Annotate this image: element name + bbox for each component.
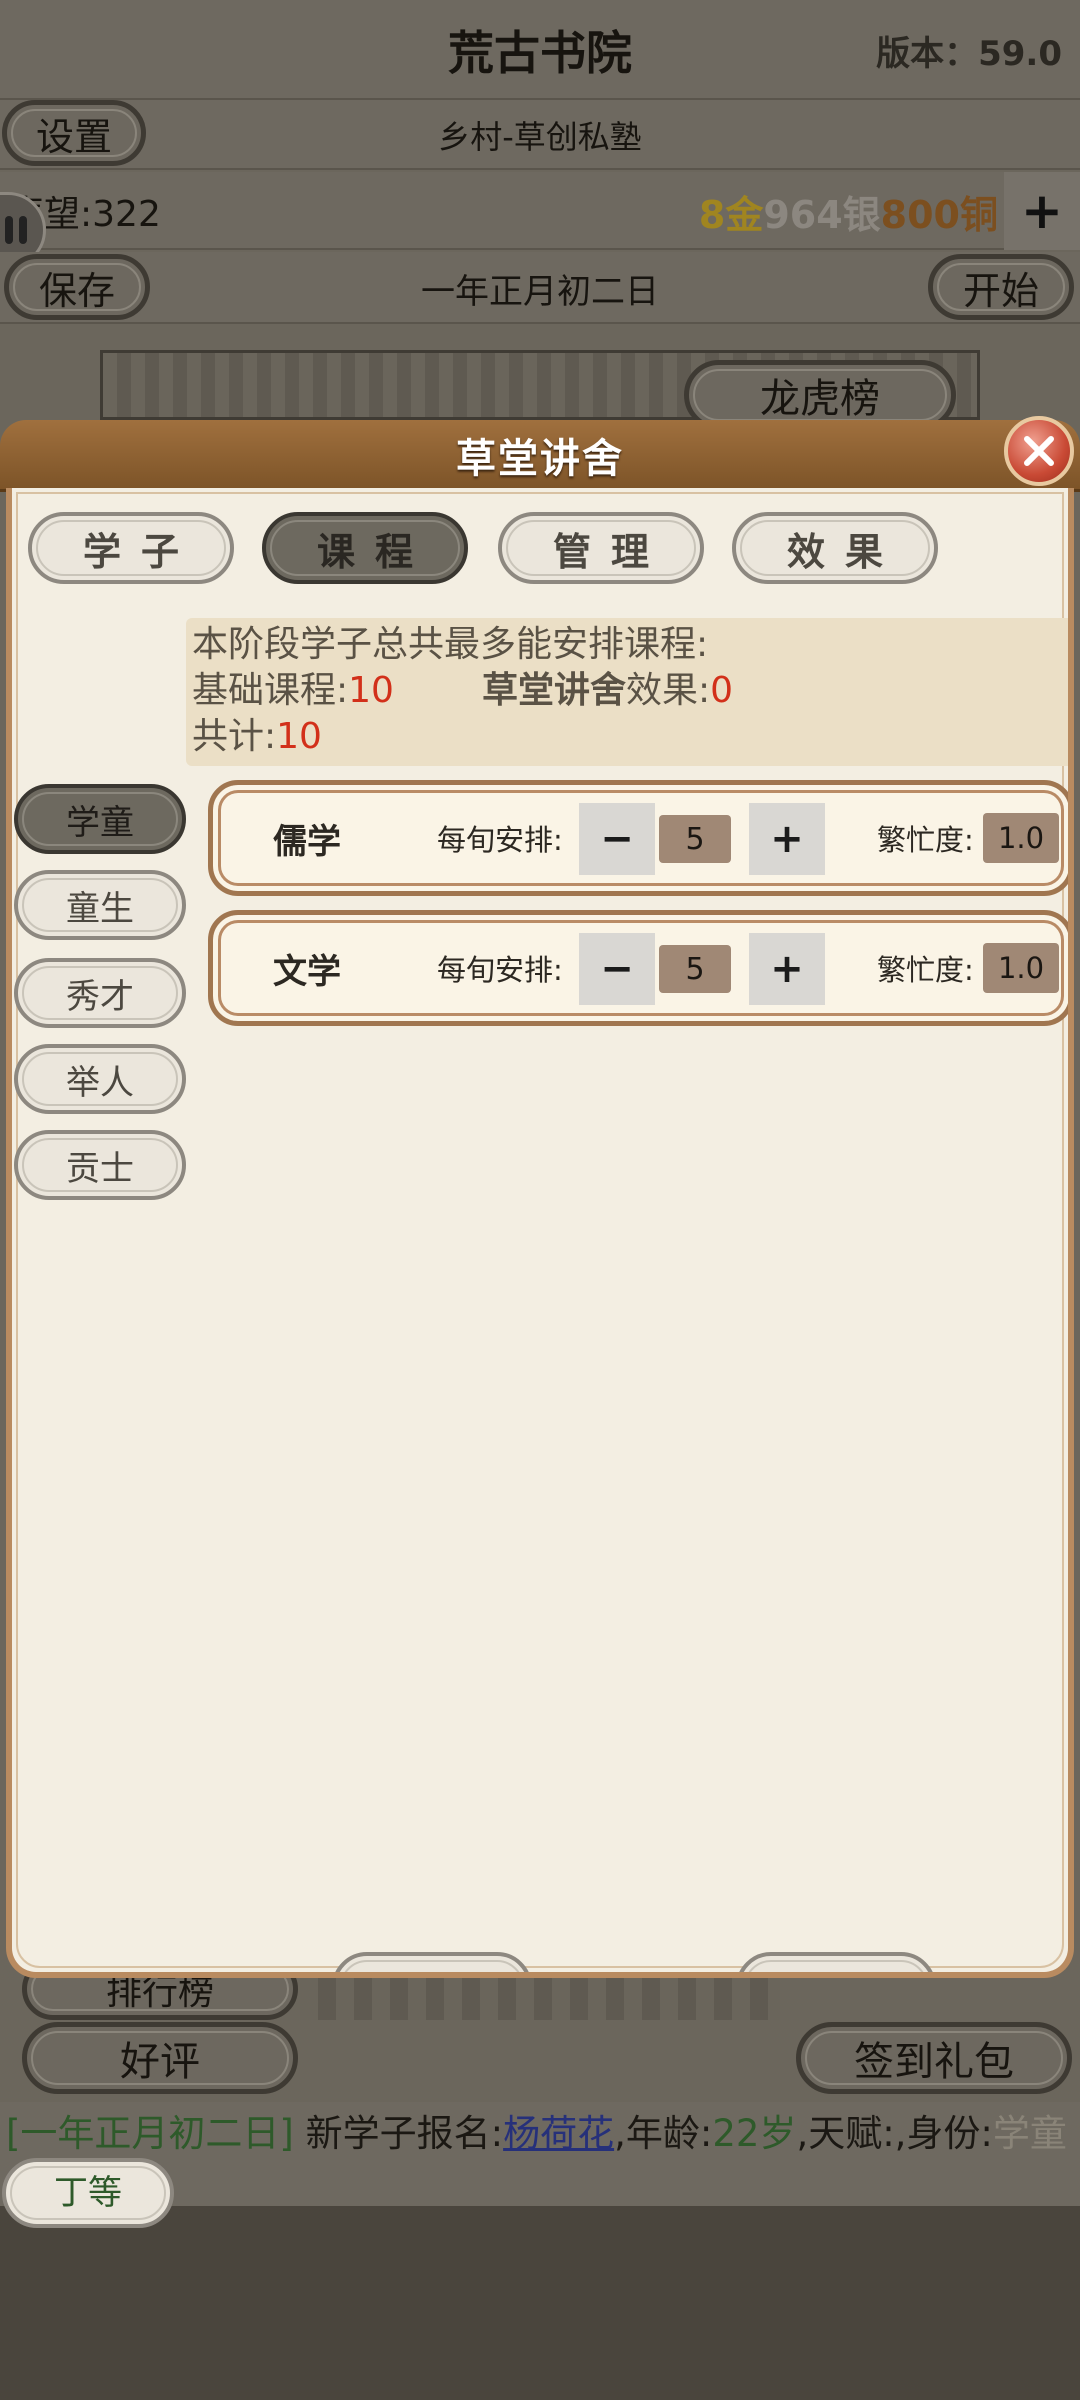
decrease-button[interactable]: − [579,933,655,1005]
close-button[interactable] [1004,416,1074,486]
busy-label: 繁忙度: [877,953,974,987]
base-course-label: 基础课程: [192,670,349,711]
course-row: 文学 每旬安排: − 5 + 繁忙度: 1.0 [208,910,1068,1026]
add-money-button[interactable]: + [1004,172,1080,250]
grade-item-xiucai[interactable]: 秀才 [14,958,186,1028]
location-label: 乡村-草创私塾 [438,118,642,156]
info-line-3: 共计:10 [192,714,1068,760]
log-text: ,年龄: [614,2112,713,2155]
status-bar: 声望:322 8金 964银 800铜 [0,172,1080,250]
decrease-button[interactable]: − [579,803,655,875]
schedule-value: 5 [659,945,731,993]
course-name: 文学 [273,951,341,992]
bonus-building-name: 草堂讲舍 [481,670,626,711]
dialog-header: 草堂讲舍 [0,420,1080,492]
money-display: 8金 964银 800铜 [699,172,998,250]
signin-gift-button[interactable]: 签到礼包 [796,2022,1072,2094]
event-log: [一年正月初二日] 新学子报名:杨荷花,年龄:22岁,天赋: 丁等 ,身份:学童 [0,2102,1080,2228]
copper-amount: 800铜 [880,192,998,237]
course-info-box: 本阶段学子总共最多能安排课程: 基础课程:10 草堂讲舍效果:0 共计:10 [186,618,1068,766]
schedule-value: 5 [659,815,731,863]
log-talent: 丁等 [2,2158,174,2228]
grade-item-gongshi[interactable]: 贡士 [14,1130,186,1200]
grade-item-xuetong[interactable]: 学童 [14,784,186,854]
log-role: 学童 [992,2112,1067,2155]
busy-value: 1.0 [983,943,1059,993]
bonus-label: 效果: [625,670,711,711]
next-page-button[interactable]: 下一页 [736,1952,936,1972]
log-text: ,身份: [894,2112,993,2155]
close-icon [1024,436,1054,466]
course-row: 儒学 每旬安排: − 5 + 繁忙度: 1.0 [208,780,1068,896]
increase-button[interactable]: + [749,803,825,875]
tab-effects[interactable]: 效果 [732,512,938,584]
gold-amount: 8金 [698,192,764,237]
start-button[interactable]: 开始 [928,254,1074,320]
save-button[interactable]: 保存 [4,254,150,320]
silver-amount: 964银 [763,192,881,237]
log-text: ,天赋: [796,2112,895,2155]
bonus-value: 0 [710,670,734,711]
busy-value: 1.0 [983,813,1059,863]
prev-page-button[interactable]: 上一页 [332,1952,532,1972]
schedule-label: 每旬安排: [437,953,563,987]
course-dialog: 草堂讲舍 学子 课程 管理 效果 本阶段学子总共最多能安排课程: 基础课程:10… [0,416,1080,1980]
base-course-value: 10 [348,670,394,711]
log-date: [一年正月初二日] [6,2112,294,2155]
date-label: 一年正月初二日 [421,271,659,312]
log-student-name-link[interactable]: 杨荷花 [503,2112,614,2155]
location-bar: 乡村-草创私塾 [0,100,1080,170]
tab-management[interactable]: 管理 [498,512,704,584]
tab-courses[interactable]: 课程 [262,512,468,584]
schedule-label: 每旬安排: [437,823,563,857]
date-bar: 一年正月初二日 [0,252,1080,324]
version-label: 版本：59.0 [876,33,1062,74]
log-age: 22岁 [712,2112,797,2155]
busy-label: 繁忙度: [877,823,974,857]
tab-students[interactable]: 学子 [28,512,234,584]
total-value: 10 [276,716,322,757]
game-screen: 荒古书院 版本：59.0 乡村-草创私塾 设置 声望:322 8金 964银 800… [0,0,1080,2400]
title-bar: 荒古书院 版本：59.0 [0,0,1080,100]
course-name: 儒学 [273,821,341,862]
info-line-1: 本阶段学子总共最多能安排课程: [192,624,709,665]
dialog-body: 学子 课程 管理 效果 本阶段学子总共最多能安排课程: 基础课程:10 草堂讲舍效… [6,488,1074,1978]
dialog-title: 草堂讲舍 [456,435,624,482]
increase-button[interactable]: + [749,933,825,1005]
total-label: 共计: [192,716,277,757]
grade-item-tongsheng[interactable]: 童生 [14,870,186,940]
settings-button[interactable]: 设置 [2,100,146,166]
log-text: 新学子报名: [293,2112,504,2155]
info-line-2: 基础课程:10 草堂讲舍效果:0 [192,668,1068,714]
academy-scene-bottom [300,1975,780,2020]
page-indicator: 第 1 / 1 页 [552,1952,732,1972]
grade-item-juren[interactable]: 举人 [14,1044,186,1114]
rate-button[interactable]: 好评 [22,2022,298,2094]
